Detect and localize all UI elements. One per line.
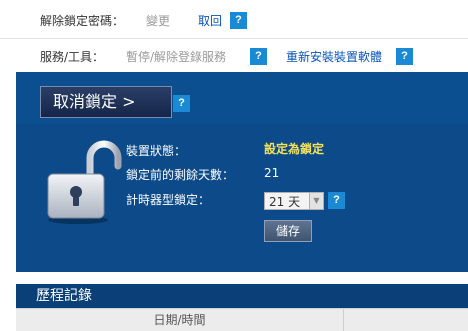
device-status-value: 設定為鎖定 (264, 142, 325, 156)
help-icon[interactable]: ? (328, 192, 345, 209)
timer-lock-select[interactable]: 21 天 ▼ (264, 192, 324, 210)
reinstall-software-link[interactable]: 重新安裝裝置軟體 (286, 48, 382, 65)
chevron-down-icon[interactable]: ▼ (309, 193, 323, 209)
unlock-password-row: 解除鎖定密碼： 變更 取回 ? (0, 2, 468, 38)
service-tools-row: 服務/工具： 暫停/解除登錄服務 ? 重新安裝裝置軟體 ? (0, 38, 468, 74)
help-icon[interactable]: ? (250, 48, 267, 65)
help-icon[interactable]: ? (173, 95, 190, 112)
unlocked-padlock-icon (47, 140, 122, 224)
unlock-password-label: 解除鎖定密碼： (40, 13, 125, 28)
days-left-label: 鎖定前的剩餘天數： (126, 168, 235, 182)
help-icon[interactable]: ? (230, 11, 247, 29)
retrieve-password-link[interactable]: 取回 (198, 12, 222, 29)
history-table: 日期/時間 (16, 308, 468, 331)
unlock-button[interactable]: 取消鎖定 > (40, 86, 172, 118)
save-button[interactable]: 儲存 (264, 220, 312, 242)
change-password-link[interactable]: 變更 (146, 12, 170, 29)
history-header: 歷程記錄 (16, 284, 468, 308)
timer-lock-selected: 21 天 (269, 194, 301, 209)
service-tools-label: 服務/工具： (40, 50, 105, 64)
device-status-label: 裝置狀態： (126, 144, 187, 158)
help-icon[interactable]: ? (396, 48, 413, 65)
timer-lock-label: 計時器型鎖定： (126, 193, 211, 207)
lock-panel: 取消鎖定 > ? 裝置狀態： 設定為鎖定 鎖定前的剩餘天數： 21 計時器型鎖定… (16, 72, 468, 272)
column-header-datetime[interactable]: 日期/時間 (16, 309, 344, 331)
days-left-value: 21 (264, 166, 280, 180)
pause-service-link[interactable]: 暫停/解除登錄服務 (126, 48, 226, 65)
